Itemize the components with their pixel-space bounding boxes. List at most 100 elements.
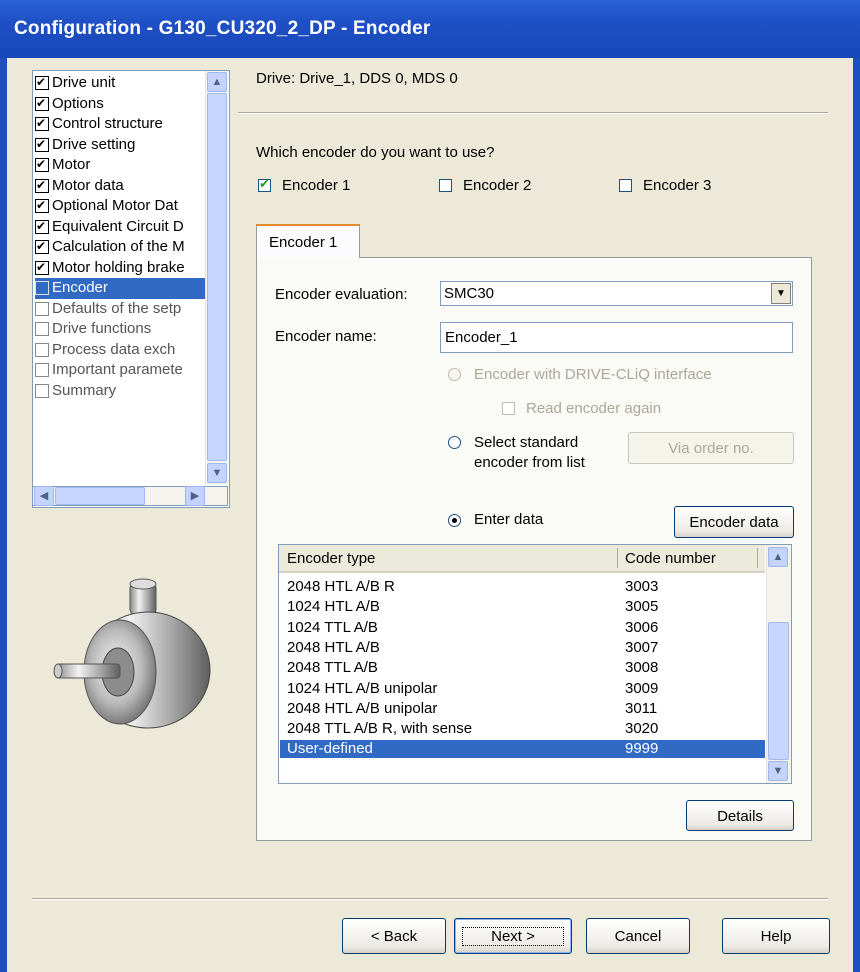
tree-item-label: Drive unit <box>52 74 116 92</box>
code-number-cell: 3011 <box>625 699 658 717</box>
table-row[interactable]: 2048 TTL A/B 3008 <box>280 659 765 677</box>
encoder-question: Which encoder do you want to use? <box>256 144 495 161</box>
help-button[interactable]: Help <box>722 918 830 954</box>
tree-item-label: Options <box>52 94 104 112</box>
encoder-3-checkbox[interactable] <box>619 179 632 192</box>
tree-item[interactable]: Process data exch <box>35 340 205 361</box>
via-order-button[interactable]: Via order no. <box>628 432 794 464</box>
column-separator[interactable] <box>617 548 618 568</box>
encoder-name-input[interactable]: Encoder_1 <box>440 322 793 353</box>
tree-item-checkbox[interactable] <box>35 281 49 296</box>
tree-item[interactable]: Equivalent Circuit D <box>35 217 205 238</box>
tree-item[interactable]: Motor holding brake <box>35 258 205 279</box>
tree-item-checkbox[interactable] <box>35 322 49 337</box>
tree-vertical-scrollbar[interactable]: ▲ ▼ <box>205 71 228 485</box>
tree-item[interactable]: Important paramete <box>35 360 205 381</box>
tree-item-checkbox[interactable] <box>35 155 49 174</box>
tree-item-label: Drive setting <box>52 135 136 153</box>
tree-item[interactable]: Summary <box>35 381 205 402</box>
tree-horizontal-scrollbar[interactable]: ◀ ▶ <box>32 486 228 506</box>
tree-item[interactable]: Control structure <box>35 114 205 135</box>
encoder-2-checkbox[interactable] <box>439 179 452 192</box>
select-standard-label-line1: Select standard <box>474 434 579 451</box>
step-tree[interactable]: Drive unit Options Control structure Drive … <box>32 70 230 508</box>
encoder-data-button[interactable]: Encoder data <box>674 506 794 538</box>
horizontal-scroll-thumb[interactable] <box>55 487 145 505</box>
tree-item-label: Motor data <box>52 176 124 194</box>
encoder-name-value: Encoder_1 <box>445 329 518 346</box>
footer-divider <box>32 898 828 900</box>
tree-item-checkbox[interactable] <box>35 135 49 154</box>
table-row[interactable]: 2048 HTL A/B R 3003 <box>280 578 765 596</box>
encoder-evaluation-select[interactable]: SMC30 ▼ <box>440 281 793 306</box>
table-row[interactable]: 1024 HTL A/B 3005 <box>280 598 765 616</box>
scroll-down-icon[interactable]: ▼ <box>207 463 227 483</box>
tree-item-checkbox[interactable] <box>35 73 49 92</box>
drivecliq-radio[interactable] <box>448 368 461 381</box>
tree-item-checkbox[interactable] <box>35 383 49 398</box>
table-row[interactable]: 2048 HTL A/B unipolar 3011 <box>280 700 765 718</box>
encoder-type-cell: 2048 HTL A/B unipolar <box>287 699 438 717</box>
table-vertical-scrollbar[interactable]: ▲ ▼ <box>766 545 791 783</box>
tab-label: Encoder 1 <box>269 234 338 251</box>
scroll-up-icon[interactable]: ▲ <box>768 547 788 567</box>
tree-item-checkbox[interactable] <box>35 217 49 236</box>
column-separator[interactable] <box>757 548 758 568</box>
table-scroll-thumb[interactable] <box>768 622 789 760</box>
scroll-down-icon[interactable]: ▼ <box>768 761 788 781</box>
tree-item-checkbox[interactable] <box>35 176 49 195</box>
tree-item-checkbox[interactable] <box>35 342 49 357</box>
encoder-type-table[interactable]: Encoder type Code number 2048 HTL A/B R 3… <box>278 544 792 784</box>
tree-item[interactable]: Calculation of the M <box>35 237 205 258</box>
chevron-down-icon[interactable]: ▼ <box>771 283 791 304</box>
encoder-2-label[interactable]: Encoder 2 <box>463 177 531 194</box>
encoder-type-cell: 2048 HTL A/B R <box>287 578 395 595</box>
code-number-cell: 3006 <box>625 618 659 636</box>
tree-item[interactable]: Defaults of the setp <box>35 299 205 320</box>
table-row[interactable]: 2048 TTL A/B R, with sense 3020 <box>280 720 765 738</box>
tree-item-checkbox[interactable] <box>35 196 49 215</box>
table-row[interactable]: 1024 TTL A/B 3006 <box>280 619 765 637</box>
tree-item-label: Encoder <box>52 279 108 297</box>
tree-item-label: Motor <box>52 156 91 174</box>
enter-data-radio[interactable] <box>448 514 461 527</box>
tree-item[interactable]: Options <box>35 94 205 115</box>
encoder-1-checkbox[interactable] <box>258 176 271 192</box>
encoder-3-label[interactable]: Encoder 3 <box>643 177 711 194</box>
tree-item[interactable]: Drive setting <box>35 135 205 156</box>
tree-item-checkbox[interactable] <box>35 363 49 378</box>
next-button[interactable]: Next > <box>454 918 572 954</box>
code-number-cell: 3003 <box>625 578 659 595</box>
table-row[interactable]: User-defined 9999 <box>280 740 765 759</box>
read-encoder-again-checkbox[interactable] <box>502 402 515 415</box>
tree-item[interactable]: Optional Motor Dat <box>35 196 205 217</box>
back-button[interactable]: < Back <box>342 918 446 954</box>
tree-item[interactable]: Drive unit <box>35 73 205 94</box>
tree-item-checkbox[interactable] <box>35 114 49 133</box>
column-encoder-type[interactable]: Encoder type <box>287 550 375 567</box>
scroll-left-icon[interactable]: ◀ <box>34 486 54 506</box>
table-row[interactable]: 1024 HTL A/B unipolar 3009 <box>280 680 765 698</box>
tab-encoder-1[interactable]: Encoder 1 <box>256 224 360 258</box>
column-code-number[interactable]: Code number <box>625 550 716 567</box>
tree-item[interactable]: Motor <box>35 155 205 176</box>
encoder-1-label[interactable]: Encoder 1 <box>282 177 350 194</box>
title-bar[interactable]: Configuration - G130_CU320_2_DP - Encode… <box>0 0 860 58</box>
details-button[interactable]: Details <box>686 800 794 831</box>
cancel-button[interactable]: Cancel <box>586 918 690 954</box>
tree-item[interactable]: Encoder <box>35 278 205 299</box>
tree-item-label: Process data exch <box>52 340 176 358</box>
tree-item[interactable]: Drive functions <box>35 319 205 340</box>
select-standard-radio[interactable] <box>448 436 461 449</box>
scroll-right-icon[interactable]: ▶ <box>185 486 205 506</box>
scroll-up-icon[interactable]: ▲ <box>207 72 227 92</box>
tree-item-checkbox[interactable] <box>35 94 49 113</box>
tree-item[interactable]: Motor data <box>35 176 205 197</box>
tree-item-checkbox[interactable] <box>35 301 49 316</box>
tree-item-checkbox[interactable] <box>35 258 49 277</box>
select-standard-label-line2: encoder from list <box>474 454 585 471</box>
scroll-thumb[interactable] <box>207 93 227 461</box>
encoder-type-cell: 1024 HTL A/B <box>287 598 380 616</box>
tree-item-checkbox[interactable] <box>35 237 49 256</box>
table-row[interactable]: 2048 HTL A/B 3007 <box>280 639 765 657</box>
